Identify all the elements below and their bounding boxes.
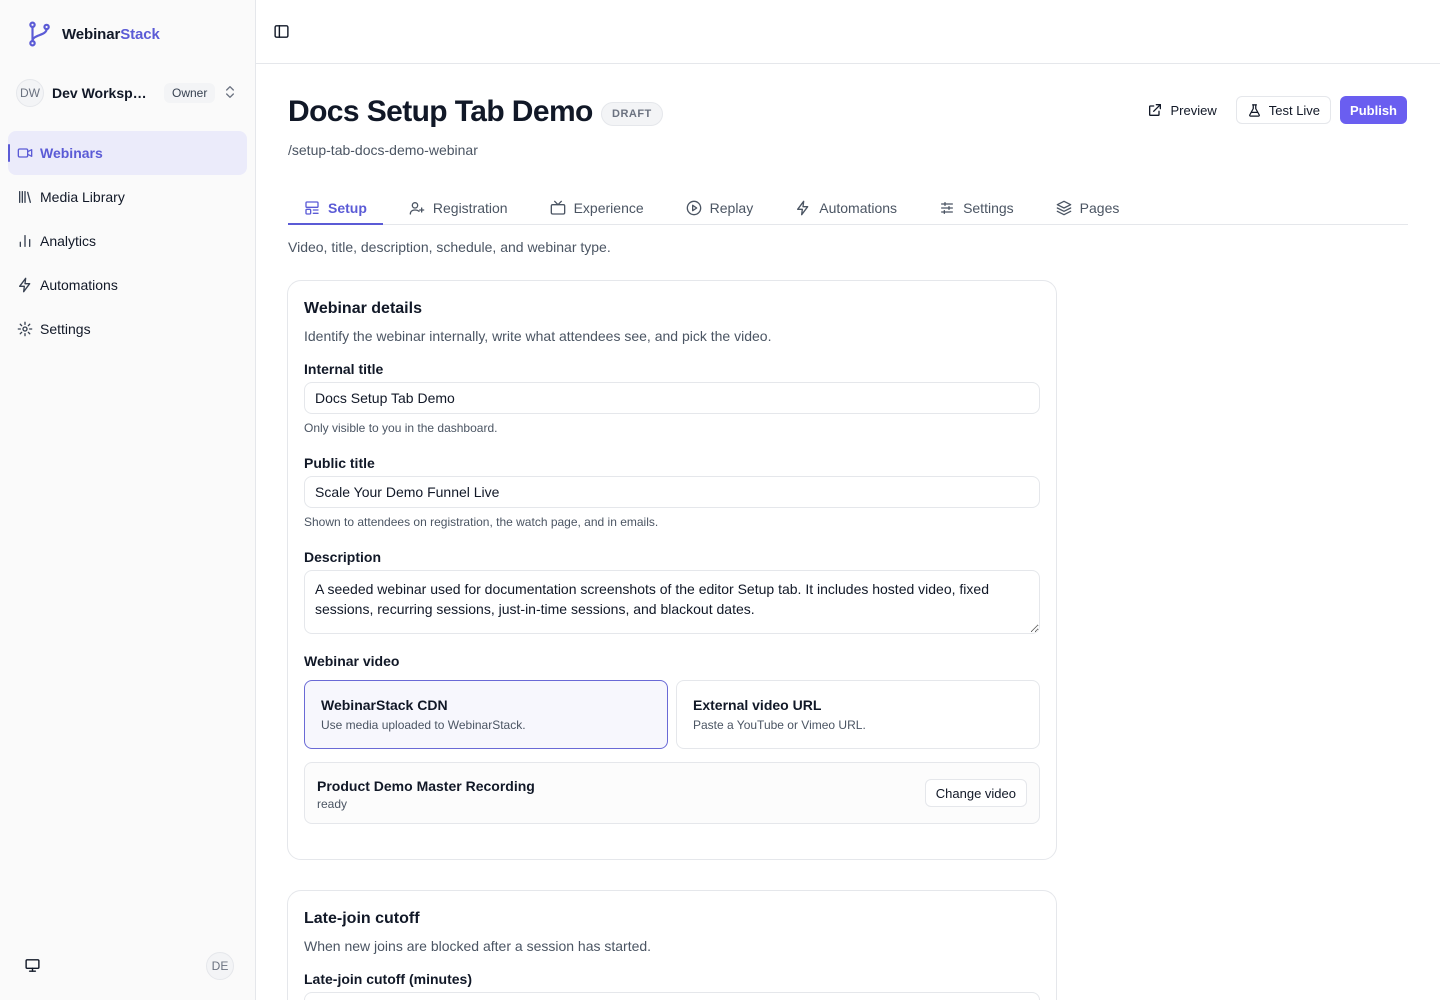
chevron-up-down-icon bbox=[222, 84, 238, 100]
sidebar-item-webinars[interactable]: Webinars bbox=[8, 131, 247, 175]
change-video-button[interactable]: Change video bbox=[924, 779, 1027, 807]
card-title: Webinar details bbox=[304, 300, 422, 317]
branch-icon bbox=[26, 21, 52, 47]
tab-label: Pages bbox=[1079, 200, 1120, 216]
tab-replay[interactable]: Replay bbox=[670, 192, 770, 224]
sliders-icon bbox=[939, 200, 955, 216]
media-status: ready bbox=[317, 797, 348, 811]
card-title: Late-join cutoff bbox=[304, 910, 420, 927]
bolt-icon bbox=[17, 277, 33, 293]
selected-media-row: Product Demo Master Recording ready Chan… bbox=[304, 762, 1040, 824]
sidebar-item-automations[interactable]: Automations bbox=[8, 263, 247, 307]
preview-button[interactable]: Preview bbox=[1137, 96, 1226, 124]
bar-chart-icon bbox=[17, 233, 33, 249]
header-actions: Preview Test Live Publish bbox=[1137, 96, 1407, 124]
webinar-details-card: Webinar details Identify the webinar int… bbox=[287, 280, 1057, 860]
tab-description: Video, title, description, schedule, and… bbox=[288, 239, 611, 255]
sidebar-item-media-library[interactable]: Media Library bbox=[8, 175, 247, 219]
description-label: Description bbox=[304, 549, 382, 565]
workspace-switcher[interactable]: DW Dev Workspace Owner bbox=[16, 78, 244, 108]
tab-experience[interactable]: Experience bbox=[534, 192, 660, 224]
card-subtitle: Identify the webinar internally, write w… bbox=[304, 328, 772, 344]
public-title-label: Public title bbox=[304, 455, 375, 471]
play-circle-icon bbox=[686, 200, 702, 216]
late-join-cutoff-label: Late-join cutoff (minutes) bbox=[304, 971, 472, 987]
publish-button[interactable]: Publish bbox=[1340, 96, 1407, 124]
tab-setup[interactable]: Setup bbox=[288, 192, 383, 225]
library-icon bbox=[17, 189, 33, 205]
workspace-role-badge: Owner bbox=[164, 83, 216, 103]
tab-settings[interactable]: Settings bbox=[923, 192, 1030, 224]
media-name: Product Demo Master Recording bbox=[317, 778, 535, 794]
internal-title-input[interactable] bbox=[304, 382, 1040, 414]
webinar-video-label: Webinar video bbox=[304, 653, 400, 669]
workspace-avatar: DW bbox=[16, 79, 44, 107]
brand-logo[interactable]: WebinarStack bbox=[26, 20, 160, 48]
option-subtitle: Use media uploaded to WebinarStack. bbox=[321, 718, 526, 732]
layers-icon bbox=[1056, 200, 1072, 216]
user-avatar[interactable]: DE bbox=[206, 952, 234, 980]
preview-label: Preview bbox=[1170, 102, 1217, 118]
editor-tabs: Setup Registration Experience Replay Aut… bbox=[288, 192, 1408, 225]
brand-name: WebinarStack bbox=[62, 25, 160, 43]
sidebar-item-label: Automations bbox=[40, 277, 118, 293]
description-textarea[interactable]: A seeded webinar used for documentation … bbox=[304, 570, 1040, 634]
sidebar-item-label: Analytics bbox=[40, 233, 97, 249]
tab-label: Experience bbox=[573, 200, 644, 216]
external-link-icon bbox=[1147, 102, 1163, 118]
monitor-icon[interactable] bbox=[24, 957, 41, 974]
test-live-button[interactable]: Test Live bbox=[1235, 96, 1332, 124]
tab-automations[interactable]: Automations bbox=[779, 192, 913, 224]
late-join-cutoff-input[interactable] bbox=[304, 992, 1040, 1000]
tab-registration[interactable]: Registration bbox=[393, 192, 524, 224]
sidebar-item-label: Webinars bbox=[40, 145, 103, 161]
gear-icon bbox=[17, 321, 33, 337]
sidebar-nav: Webinars Media Library Analytics Automat… bbox=[8, 131, 247, 351]
flask-icon bbox=[1247, 103, 1262, 118]
public-title-help: Shown to attendees on registration, the … bbox=[304, 515, 659, 529]
user-plus-icon bbox=[409, 200, 425, 216]
topbar bbox=[256, 0, 1440, 64]
tab-label: Registration bbox=[432, 200, 508, 216]
tab-pages[interactable]: Pages bbox=[1040, 192, 1136, 224]
test-live-label: Test Live bbox=[1268, 102, 1321, 118]
tab-label: Automations bbox=[819, 200, 898, 216]
sidebar-item-analytics[interactable]: Analytics bbox=[8, 219, 247, 263]
sidebar-item-settings[interactable]: Settings bbox=[8, 307, 247, 351]
public-title-input[interactable] bbox=[304, 476, 1040, 508]
bolt-icon bbox=[795, 200, 811, 216]
card-subtitle: When new joins are blocked after a sessi… bbox=[304, 938, 652, 954]
tab-label: Replay bbox=[709, 200, 754, 216]
status-badge: DRAFT bbox=[601, 102, 663, 126]
option-title: WebinarStack CDN bbox=[321, 697, 448, 713]
sidebar-item-label: Media Library bbox=[40, 189, 125, 205]
video-source-external-option[interactable]: External video URL Paste a YouTube or Vi… bbox=[676, 680, 1040, 749]
workspace-name: Dev Workspace bbox=[52, 85, 154, 101]
sidebar-toggle-icon[interactable] bbox=[273, 23, 290, 40]
layout-icon bbox=[304, 200, 320, 216]
tab-label: Setup bbox=[328, 200, 367, 216]
page-title: Docs Setup Tab Demo bbox=[288, 95, 593, 128]
tv-icon bbox=[550, 200, 566, 216]
sidebar-item-label: Settings bbox=[40, 321, 91, 337]
option-subtitle: Paste a YouTube or Vimeo URL. bbox=[693, 718, 866, 732]
page-slug: /setup-tab-docs-demo-webinar bbox=[288, 142, 478, 158]
video-icon bbox=[17, 145, 33, 161]
option-title: External video URL bbox=[693, 697, 822, 713]
internal-title-label: Internal title bbox=[304, 361, 384, 377]
internal-title-help: Only visible to you in the dashboard. bbox=[304, 421, 498, 435]
late-join-card: Late-join cutoff When new joins are bloc… bbox=[287, 890, 1057, 1000]
video-source-cdn-option[interactable]: WebinarStack CDN Use media uploaded to W… bbox=[304, 680, 668, 749]
tab-label: Settings bbox=[963, 200, 1014, 216]
sidebar: WebinarStack DW Dev Workspace Owner Webi… bbox=[0, 0, 256, 1000]
